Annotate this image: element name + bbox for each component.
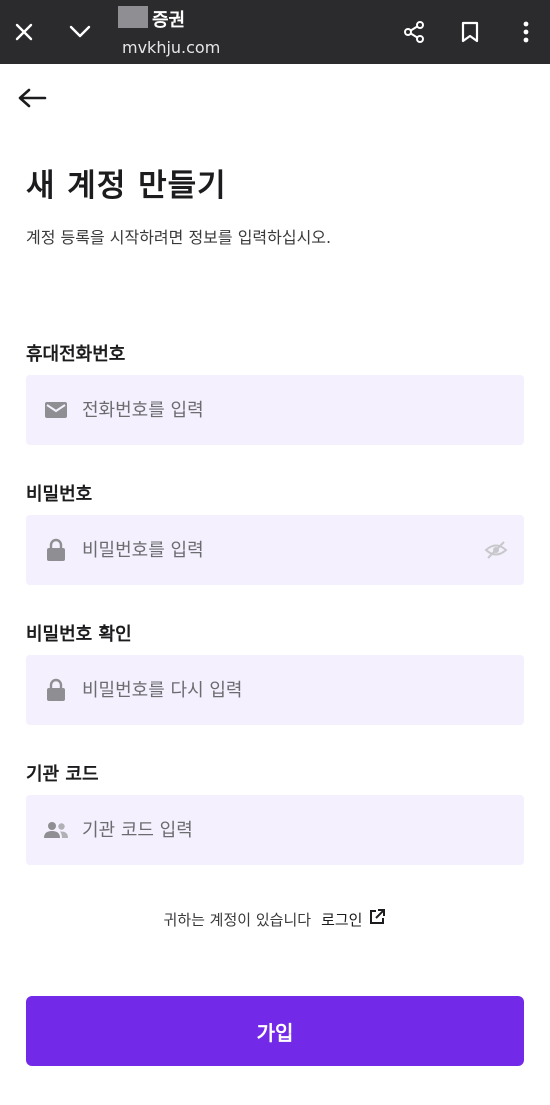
page-title-text: 증권 [152, 10, 186, 31]
eye-slash-icon[interactable] [482, 536, 510, 564]
password-field[interactable] [26, 515, 524, 585]
page-heading: 새 계정 만들기 [26, 168, 227, 204]
org-code-field[interactable] [26, 795, 524, 865]
arrow-left-icon [17, 87, 47, 113]
password-confirm-field[interactable] [26, 655, 524, 725]
close-icon[interactable] [6, 14, 42, 50]
more-vertical-icon[interactable] [508, 14, 544, 50]
share-icon[interactable] [396, 14, 432, 50]
org-code-label: 기관 코드 [26, 764, 99, 785]
lock-icon [42, 676, 70, 704]
external-link-icon [368, 908, 386, 930]
password-input[interactable] [82, 539, 462, 561]
login-link[interactable]: 로그인 [321, 908, 386, 930]
password-confirm-label: 비밀번호 확인 [26, 624, 132, 645]
url-text[interactable]: mvkhju.com [122, 38, 220, 57]
redacted-site-name [118, 6, 148, 28]
org-code-input[interactable] [82, 819, 462, 841]
phone-label: 휴대전화번호 [26, 344, 126, 365]
bookmark-icon[interactable] [452, 14, 488, 50]
login-link-label: 로그인 [321, 910, 363, 929]
login-prompt: 귀하는 계정이 있습니다 로그인 [0, 908, 550, 930]
back-button[interactable] [14, 84, 50, 116]
phone-input[interactable] [82, 399, 462, 421]
signup-button[interactable]: 가입 [26, 996, 524, 1066]
users-icon [42, 816, 70, 844]
browser-toolbar: 증권 mvkhju.com [0, 0, 550, 64]
envelope-icon [42, 396, 70, 424]
phone-field[interactable] [26, 375, 524, 445]
password-label: 비밀번호 [26, 484, 93, 505]
lock-icon [42, 536, 70, 564]
password-confirm-input[interactable] [82, 679, 462, 701]
page-subtitle: 계정 등록을 시작하려면 정보를 입력하십시오. [26, 228, 332, 247]
chevron-down-icon[interactable] [62, 14, 98, 50]
login-prompt-text: 귀하는 계정이 있습니다 [163, 910, 312, 929]
